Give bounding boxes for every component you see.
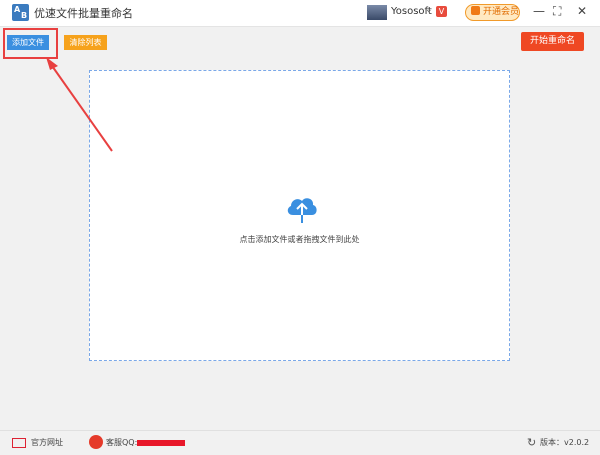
website-icon[interactable] xyxy=(12,438,26,448)
annotation-highlight-box xyxy=(3,28,58,59)
minimize-button[interactable]: — xyxy=(533,4,545,18)
maximize-button[interactable]: ⛶ xyxy=(553,4,561,19)
chevron-down-icon[interactable]: ⌄ xyxy=(425,5,433,15)
clear-list-button[interactable]: 清除列表 xyxy=(64,35,107,50)
file-drop-zone[interactable]: 点击添加文件或者拖拽文件到此处 xyxy=(89,70,510,361)
support-qq-label[interactable]: 客服QQ: xyxy=(106,437,137,448)
status-bar: 官方网址 客服QQ: ↻ 版本：v2.0.2 xyxy=(0,430,600,455)
vip-upgrade-label: 开通会员 xyxy=(483,7,520,17)
customer-service-icon[interactable] xyxy=(89,435,103,449)
redacted-qq-number xyxy=(137,440,185,446)
drop-zone-hint: 点击添加文件或者拖拽文件到此处 xyxy=(239,235,360,244)
vip-badge-icon: V xyxy=(436,6,447,17)
upload-cloud-icon xyxy=(287,198,317,223)
vip-upgrade-button[interactable]: 开通会员 xyxy=(465,4,520,21)
refresh-icon[interactable]: ↻ xyxy=(527,436,536,449)
app-logo-icon: AB xyxy=(12,4,29,21)
website-link[interactable]: 官方网址 xyxy=(31,437,63,448)
app-title: 优速文件批量重命名 xyxy=(34,7,133,20)
title-bar: AB 优速文件批量重命名 Yososoft ⌄ V 开通会员 — ⛶ ✕ xyxy=(0,0,600,27)
crown-icon xyxy=(471,6,480,15)
start-rename-button[interactable]: 开始重命名 xyxy=(521,32,584,51)
version-label: 版本：v2.0.2 xyxy=(540,438,590,447)
user-avatar[interactable] xyxy=(367,5,387,20)
close-button[interactable]: ✕ xyxy=(577,4,587,18)
